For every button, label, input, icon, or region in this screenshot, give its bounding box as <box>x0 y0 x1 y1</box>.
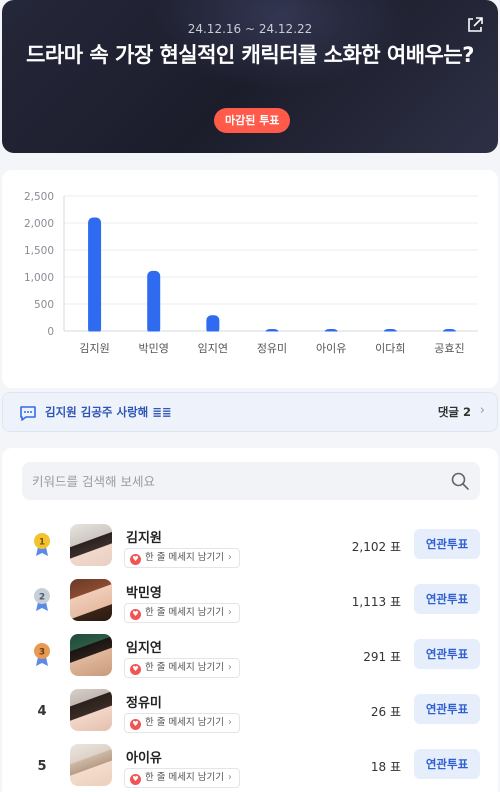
bronze-medal-icon: 3 <box>34 643 50 666</box>
ranking-row[interactable]: 4 정유미 ♥ 한 줄 메세지 남기기 › 26 표 연관투표 <box>2 684 498 739</box>
share-icon[interactable] <box>466 16 484 34</box>
related-vote-button[interactable]: 연관투표 <box>414 694 480 724</box>
x-tick-label: 이다희 <box>375 342 405 355</box>
avatar[interactable] <box>70 634 112 676</box>
y-tick-label: 2,000 <box>24 218 54 230</box>
ranking-row[interactable]: 2 박민영 ♥ 한 줄 메세지 남기기 › 1,113 표 연관투표 <box>2 574 498 629</box>
x-tick-label: 박민영 <box>139 342 169 355</box>
x-tick-label: 아이유 <box>316 342 346 355</box>
vote-chart-card: 0 500 1,000 1,500 2,000 2,500 김지원 박민영 임지연 정유미 아이유 이… <box>2 170 498 388</box>
leave-message-button[interactable]: ♥ 한 줄 메세지 남기기 › <box>124 603 240 623</box>
rank-number: 5 <box>37 759 47 774</box>
avatar[interactable] <box>70 689 112 731</box>
avatar[interactable] <box>70 744 112 786</box>
bar <box>206 315 220 334</box>
ranking-list-card: 1 김지원 ♥한 줄 메세지 남기기› 2,102 표 연관투표 2 박민영 ♥… <box>2 448 498 792</box>
heart-icon: ♥ <box>130 719 141 730</box>
x-tick-label: 정유미 <box>257 342 287 355</box>
heart-icon: ♥ <box>130 609 141 620</box>
avatar[interactable] <box>70 579 112 621</box>
search-input[interactable] <box>32 462 432 500</box>
ranking-row[interactable]: 1 김지원 ♥ 한 줄 메세지 남기기 › 2,102 표 연관투표 <box>2 519 498 574</box>
related-vote-button[interactable]: 연관투표 <box>414 529 480 559</box>
chevron-right-icon: › <box>227 662 232 673</box>
silver-medal-icon: 2 <box>34 588 50 611</box>
poll-header: 24.12.16 ~ 24.12.22 드라마 속 가장 현실적인 캐릭터를 소… <box>2 0 498 153</box>
vote-bar-chart: 0 500 1,000 1,500 2,000 2,500 김지원 박민영 임지연 정유미 아이유 이… <box>24 191 479 355</box>
candidate-name: 아이유 <box>126 751 162 766</box>
vote-count: 2,102 표 <box>351 540 401 554</box>
chevron-right-icon: › <box>227 772 232 783</box>
search-bar <box>22 462 480 500</box>
bar <box>88 217 102 334</box>
heart-icon: ♥ <box>130 774 141 785</box>
axis-mask <box>65 331 479 336</box>
chevron-right-icon: › <box>227 552 232 563</box>
related-vote-button[interactable]: 연관투표 <box>414 584 480 614</box>
y-tick-label: 1,000 <box>24 272 54 284</box>
rank-number: 4 <box>37 704 47 719</box>
candidate-name: 임지연 <box>126 641 162 656</box>
comment-bar[interactable]: 김지원 김공주 사랑해 ≣≣ 댓글 2 › <box>2 392 498 432</box>
vote-count: 18 표 <box>370 760 401 774</box>
y-tick-label: 500 <box>34 299 54 311</box>
svg-text:3: 3 <box>39 648 45 658</box>
bar <box>147 270 161 334</box>
y-tick-label: 1,500 <box>24 245 54 257</box>
heart-icon: ♥ <box>130 554 141 565</box>
chevron-right-icon: › <box>227 717 232 728</box>
vote-count: 1,113 표 <box>351 595 401 609</box>
chevron-right-icon: › <box>479 403 485 418</box>
svg-text:2: 2 <box>39 593 45 603</box>
status-badge: 마감된 투표 <box>214 108 291 133</box>
related-vote-button[interactable]: 연관투표 <box>414 639 480 669</box>
leave-message-button[interactable]: ♥ 한 줄 메세지 남기기 › <box>124 768 240 788</box>
leave-message-button[interactable]: ♥ 한 줄 메세지 남기기 › <box>124 658 240 678</box>
ranking-row[interactable]: 5 아이유 ♥ 한 줄 메세지 남기기 › 18 표 연관투표 <box>2 739 498 792</box>
x-tick-label: 공효진 <box>434 342 464 355</box>
ranking-row[interactable]: 3 임지연 ♥ 한 줄 메세지 남기기 › 291 표 연관투표 <box>2 629 498 684</box>
vote-count: 291 표 <box>363 650 401 664</box>
vote-count: 26 표 <box>370 705 401 719</box>
x-tick-label: 임지연 <box>198 342 228 355</box>
poll-date-range: 24.12.16 ~ 24.12.22 <box>187 22 313 36</box>
avatar[interactable] <box>70 524 112 566</box>
related-vote-button[interactable]: 연관투표 <box>414 749 480 779</box>
latest-comment-text: 김지원 김공주 사랑해 ≣≣ <box>45 405 172 419</box>
heart-icon: ♥ <box>130 664 141 675</box>
leave-message-button[interactable]: ♥ 한 줄 메세지 남기기 › <box>124 548 240 568</box>
comment-icon <box>20 406 36 421</box>
chevron-right-icon: › <box>227 607 232 618</box>
comment-count: 댓글 2 <box>437 405 471 419</box>
poll-title: 드라마 속 가장 현실적인 캐릭터를 소화한 여배우는? <box>26 43 474 67</box>
candidate-name: 정유미 <box>126 696 162 711</box>
x-tick-label: 김지원 <box>79 342 109 355</box>
candidate-name: 김지원 <box>126 531 162 546</box>
leave-message-button[interactable]: ♥ 한 줄 메세지 남기기 › <box>124 713 240 733</box>
y-tick-label: 2,500 <box>24 191 54 203</box>
gold-medal-icon: 1 <box>34 533 50 556</box>
candidate-name: 박민영 <box>126 586 162 601</box>
search-icon[interactable] <box>450 471 470 491</box>
y-tick-label: 0 <box>47 326 54 338</box>
svg-text:1: 1 <box>39 538 45 548</box>
